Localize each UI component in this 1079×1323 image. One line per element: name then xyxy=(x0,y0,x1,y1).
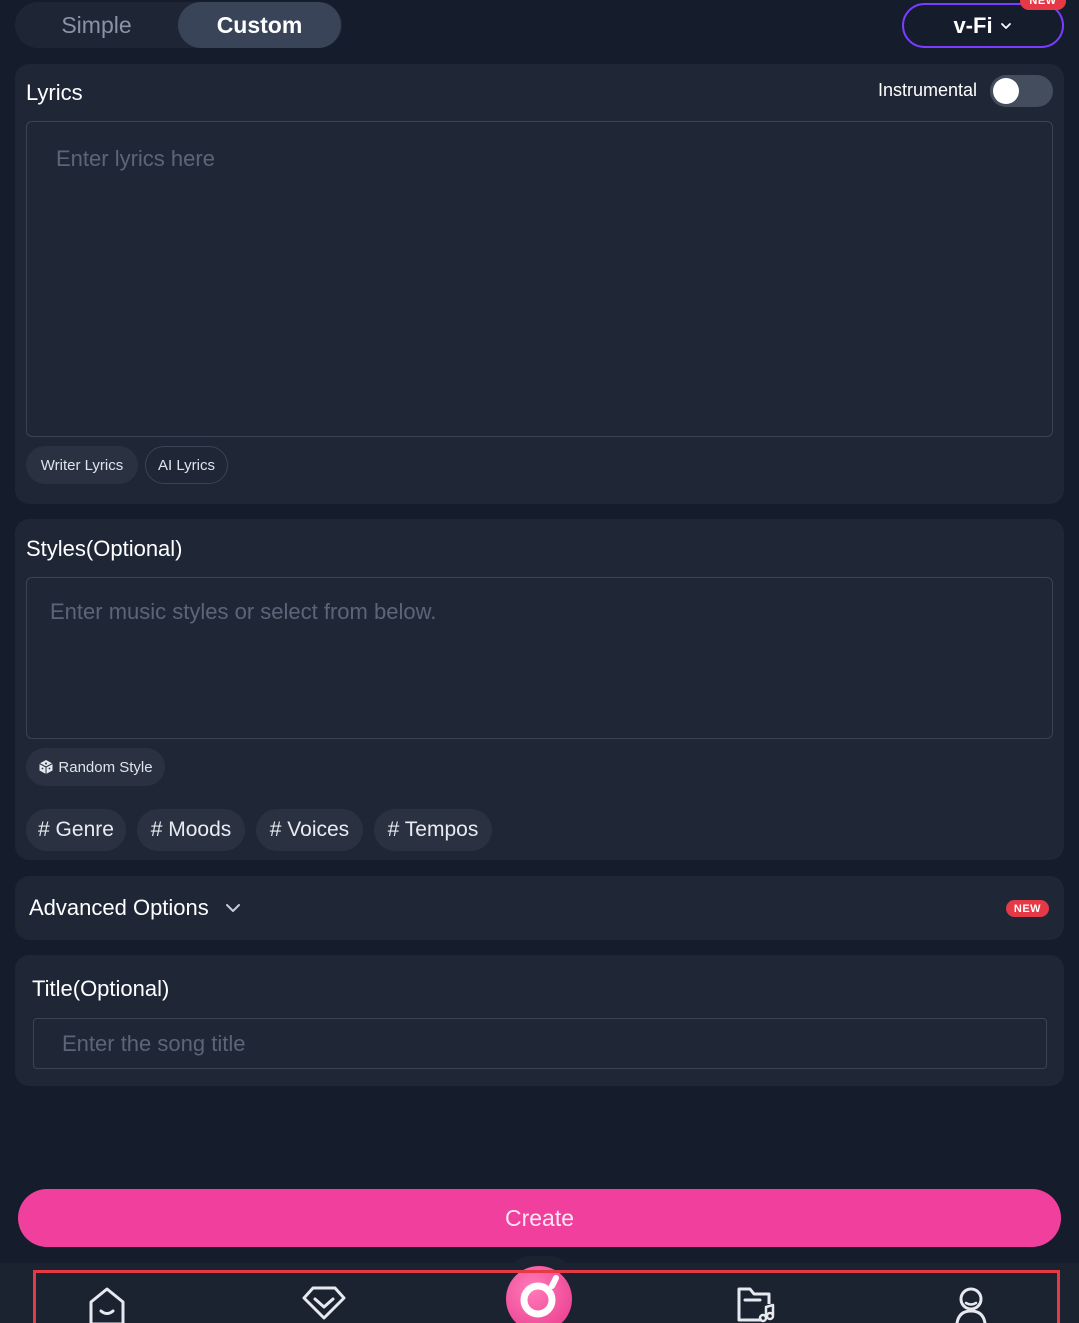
lyrics-card: Lyrics Instrumental Enter lyrics here Wr… xyxy=(15,64,1064,504)
tag-moods[interactable]: # Moods xyxy=(137,809,245,851)
song-title-input[interactable]: Enter the song title xyxy=(33,1018,1047,1069)
instrumental-label: Instrumental xyxy=(877,80,977,100)
lyrics-heading: Lyrics xyxy=(26,80,83,105)
tab-custom[interactable]: Custom xyxy=(178,2,341,48)
advanced-options-label: Advanced Options xyxy=(29,895,209,920)
styles-placeholder: Enter music styles or select from below. xyxy=(50,599,437,624)
create-button[interactable]: Create xyxy=(18,1189,1061,1247)
app-root: Simple Custom v-Fi NEW Lyrics Instrument… xyxy=(0,0,1079,1323)
random-style-button[interactable]: Random Style xyxy=(26,748,165,786)
random-style-label: Random Style xyxy=(58,758,153,776)
writer-lyrics-button[interactable]: Writer Lyrics xyxy=(26,446,138,484)
advanced-new-badge: NEW xyxy=(1006,900,1049,917)
title-heading: Title(Optional) xyxy=(32,976,170,1001)
tag-tempos[interactable]: # Tempos xyxy=(374,809,492,851)
styles-heading: Styles(Optional) xyxy=(26,536,183,561)
nav-highlight-box xyxy=(33,1270,1060,1323)
lyrics-placeholder: Enter lyrics here xyxy=(56,146,215,171)
tag-genre[interactable]: # Genre xyxy=(26,809,126,851)
toggle-knob xyxy=(993,78,1019,104)
lyrics-input[interactable]: Enter lyrics here xyxy=(26,121,1053,437)
instrumental-toggle[interactable] xyxy=(990,75,1053,107)
advanced-options-card[interactable]: Advanced Options NEW xyxy=(15,876,1064,940)
tab-simple[interactable]: Simple xyxy=(15,2,178,48)
model-new-badge: NEW xyxy=(1020,0,1066,10)
dice-icon xyxy=(39,760,54,774)
model-label: v-Fi xyxy=(953,12,993,38)
styles-card: Styles(Optional) Enter music styles or s… xyxy=(15,519,1064,860)
chevron-down-icon xyxy=(1000,22,1011,29)
chevron-down-icon xyxy=(225,904,240,912)
advanced-options-toggle[interactable]: Advanced Options xyxy=(29,895,243,921)
ai-lyrics-button[interactable]: AI Lyrics xyxy=(145,446,228,484)
styles-input[interactable]: Enter music styles or select from below. xyxy=(26,577,1053,739)
tag-voices[interactable]: # Voices xyxy=(256,809,363,851)
title-placeholder: Enter the song title xyxy=(62,1031,246,1056)
mode-tabs: Simple Custom xyxy=(15,2,342,48)
title-card: Title(Optional) Enter the song title xyxy=(15,955,1064,1086)
